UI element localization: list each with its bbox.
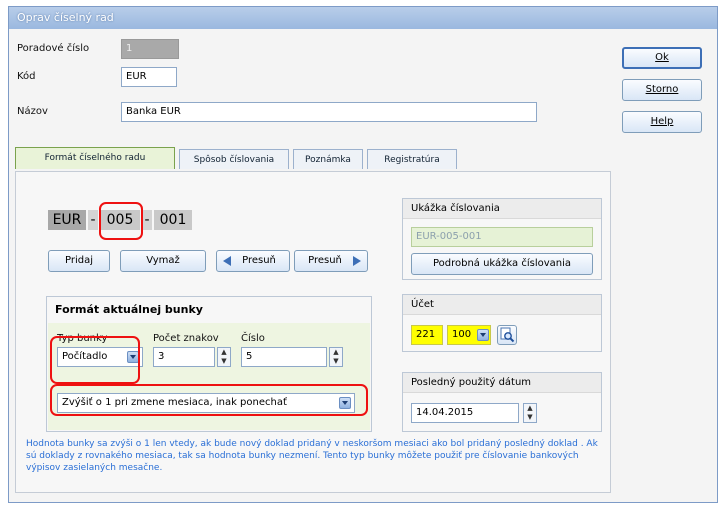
info-text: Hodnota bunky sa zvýši o 1 len vtedy, ak… — [26, 439, 598, 473]
search-icon — [500, 327, 515, 343]
preview-value: EUR-005-001 — [411, 227, 593, 247]
cislo-field[interactable]: 5 — [241, 347, 327, 367]
pridaj-button[interactable]: Pridaj — [48, 250, 110, 272]
kod-label: Kód — [17, 71, 36, 82]
vymaz-button[interactable]: Vymaž — [120, 250, 206, 272]
cislo-stepper[interactable]: ▲ ▼ — [329, 347, 343, 367]
poradove-field[interactable]: 1 — [121, 39, 179, 59]
chevron-down-icon[interactable] — [477, 329, 489, 341]
arrow-right-icon — [353, 256, 361, 266]
dialog-window: Oprav číselný rad Poradové číslo 1 Kód E… — [8, 6, 718, 503]
separator-2[interactable]: - — [142, 210, 152, 230]
spin-up-icon[interactable]: ▲ — [524, 404, 536, 413]
help-button-label: Help — [650, 116, 674, 127]
highlight-typ — [50, 336, 140, 384]
spin-up-icon[interactable]: ▲ — [330, 348, 342, 357]
ok-button-label: Ok — [655, 52, 669, 63]
presun-right-button[interactable]: Presuň — [294, 250, 368, 272]
arrow-left-icon — [223, 256, 231, 266]
separator-1[interactable]: - — [88, 210, 98, 230]
presun-left-button[interactable]: Presuň — [216, 250, 290, 272]
preview-panel: Ukážka číslovania EUR-005-001 Podrobná u… — [402, 198, 602, 280]
poradove-label: Poradové číslo — [17, 43, 90, 54]
account-lookup-button[interactable] — [497, 325, 517, 345]
last-date-panel: Posledný použitý dátum 14.04.2015 ▲ ▼ — [402, 372, 602, 432]
help-button[interactable]: Help — [622, 111, 702, 133]
spin-down-icon[interactable]: ▼ — [330, 357, 342, 366]
tab-bar: Formát číselného radu Spôsob číslovania … — [15, 147, 615, 171]
account-synt-field[interactable]: 221 — [411, 325, 443, 345]
cislo-label: Číslo — [241, 333, 265, 344]
last-date-field[interactable]: 14.04.2015 — [411, 403, 519, 423]
window-title: Oprav číselný rad — [9, 7, 717, 29]
highlight-segment — [99, 202, 143, 240]
preview-title: Ukážka číslovania — [403, 199, 601, 219]
spin-down-icon[interactable]: ▼ — [218, 357, 230, 366]
tab-registratura[interactable]: Registratúra — [367, 149, 457, 169]
storno-button-label: Storno — [645, 84, 679, 95]
highlight-rule — [50, 384, 368, 416]
segment-3[interactable]: 001 — [154, 210, 192, 230]
tab-sposob[interactable]: Spôsob číslovania — [179, 149, 289, 169]
presun-left-label: Presuň — [242, 255, 276, 266]
tab-format[interactable]: Formát číselného radu — [15, 147, 175, 169]
tab-poznamka[interactable]: Poznámka — [293, 149, 363, 169]
kod-field[interactable]: EUR — [121, 67, 177, 87]
storno-button[interactable]: Storno — [622, 79, 702, 101]
nazov-label: Názov — [17, 106, 48, 117]
account-panel: Účet 221 100 — [402, 294, 602, 352]
spin-up-icon[interactable]: ▲ — [218, 348, 230, 357]
tab-content: EUR - 005 - 001 Pridaj Vymaž Presuň Pres… — [15, 171, 611, 493]
pocet-stepper[interactable]: ▲ ▼ — [217, 347, 231, 367]
nazov-field[interactable]: Banka EUR — [121, 102, 537, 122]
pocet-field[interactable]: 3 — [153, 347, 215, 367]
account-title: Účet — [403, 295, 601, 315]
presun-right-label: Presuň — [308, 255, 342, 266]
last-date-stepper[interactable]: ▲ ▼ — [523, 403, 537, 423]
segment-1[interactable]: EUR — [48, 210, 86, 230]
current-cell-title: Formát aktuálnej bunky — [55, 303, 203, 316]
pocet-label: Počet znakov — [153, 333, 219, 344]
detail-preview-button[interactable]: Podrobná ukážka číslovania — [411, 253, 593, 275]
last-date-title: Posledný použitý dátum — [403, 373, 601, 393]
spin-down-icon[interactable]: ▼ — [524, 413, 536, 422]
ok-button[interactable]: Ok — [622, 47, 702, 69]
